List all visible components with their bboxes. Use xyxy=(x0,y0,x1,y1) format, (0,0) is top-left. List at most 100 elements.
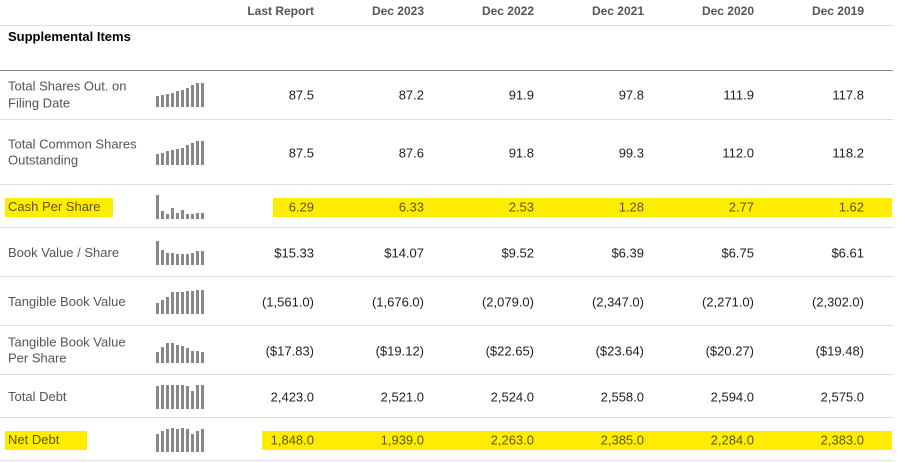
sparkline-bar xyxy=(166,428,169,452)
sparkline-bar xyxy=(176,428,179,452)
cell-value: ($19.48) xyxy=(815,343,864,358)
sparkline-bar xyxy=(196,289,199,314)
sparkline-bar xyxy=(186,385,189,409)
sparkline-chart[interactable] xyxy=(156,194,206,219)
sparkline-bar xyxy=(186,213,189,219)
sparkline-bar xyxy=(161,152,164,165)
sparkline-bar xyxy=(186,290,189,314)
sparkline-bar xyxy=(171,384,174,409)
sparkline-bar xyxy=(166,296,169,314)
sparkline-bar xyxy=(166,343,169,363)
cell-value: 1,848.0 xyxy=(270,432,314,447)
cell-value: 87.6 xyxy=(398,145,424,160)
cell-value: 6.33 xyxy=(398,199,424,214)
sparkline-bar xyxy=(166,384,169,409)
sparkline-bar xyxy=(181,90,184,107)
cell-value: $9.52 xyxy=(501,245,534,260)
cell-value: $14.07 xyxy=(384,245,424,260)
column-header: Dec 2022 xyxy=(481,4,534,18)
sparkline-bar xyxy=(156,351,159,363)
sparkline-chart[interactable] xyxy=(156,339,206,363)
cell-value: 117.8 xyxy=(832,87,864,103)
column-header: Dec 2019 xyxy=(811,4,864,18)
row-divider xyxy=(0,460,893,461)
sparkline-bar xyxy=(191,213,194,219)
sparkline-bar xyxy=(171,343,174,363)
cell-value: 2,284.0 xyxy=(710,432,754,447)
sparkline-bar xyxy=(156,240,159,265)
sparkline-bar xyxy=(156,302,159,314)
cell-value: ($20.27) xyxy=(705,343,754,358)
cell-value: (1,561.0) xyxy=(261,294,314,309)
table-row: Total Common Shares Outstanding 87.5 87.6 9… xyxy=(0,120,893,185)
table-row: Total Debt 2,423.0 2,521.0 2,524.0 2,558.0 2,… xyxy=(0,375,893,418)
sparkline-bar xyxy=(161,250,164,265)
sparkline-bar xyxy=(176,91,179,107)
sparkline-bar xyxy=(161,300,164,314)
cell-value: $6.75 xyxy=(721,245,754,260)
cell-value: 1.28 xyxy=(618,199,644,214)
cell-value: (2,302.0) xyxy=(811,294,864,309)
cell-value: 1,939.0 xyxy=(380,432,424,447)
cell-value: ($22.65) xyxy=(485,343,534,358)
sparkline-bar xyxy=(161,211,164,219)
sparkline-chart[interactable] xyxy=(156,427,206,452)
cell-value: ($17.83) xyxy=(265,343,314,358)
row-label: Net Debt xyxy=(8,431,60,447)
table-row: Tangible Book Value Per Share ($17.83) ($1… xyxy=(0,326,893,375)
cell-value: 118.2 xyxy=(832,145,864,160)
row-label: Total Shares Out. on Filing Date xyxy=(8,78,127,111)
cell-value: 111.9 xyxy=(723,87,754,103)
sparkline-bar xyxy=(191,350,194,363)
sparkline-bar xyxy=(171,150,174,165)
sparkline-bar xyxy=(181,147,184,165)
sparkline-bar xyxy=(156,433,159,452)
sparkline-bar xyxy=(166,151,169,165)
column-header: Dec 2020 xyxy=(701,4,754,18)
sparkline-bar xyxy=(171,291,174,314)
cell-value: ($23.64) xyxy=(595,343,644,358)
cell-value: (1,676.0) xyxy=(371,294,424,309)
cell-value: 2,263.0 xyxy=(490,432,534,447)
sparkline-bar xyxy=(181,253,184,265)
sparkline-bar xyxy=(176,291,179,314)
sparkline-bar xyxy=(156,96,159,107)
sparkline-bar xyxy=(181,345,184,363)
table-row: Tangible Book Value (1,561.0) (1,676.0) (2,… xyxy=(0,277,893,326)
cell-value: 87.5 xyxy=(288,145,314,160)
row-label: Cash Per Share xyxy=(8,198,101,214)
table-row: Total Shares Out. on Filing Date 87.5 87.2… xyxy=(0,70,893,120)
sparkline-bar xyxy=(161,431,164,452)
sparkline-chart[interactable] xyxy=(156,289,206,314)
sparkline-bar xyxy=(156,153,159,165)
cell-value: 112.0 xyxy=(722,145,754,160)
sparkline-bar xyxy=(191,290,194,314)
table-row: Cash Per Share 6.29 6.33 2.53 1.28 2.77 1.62 xyxy=(0,185,893,228)
sparkline-chart[interactable] xyxy=(156,240,206,265)
sparkline-chart[interactable] xyxy=(156,140,206,165)
sparkline-chart[interactable] xyxy=(156,83,206,107)
sparkline-bar xyxy=(196,251,199,265)
row-label: Tangible Book Value xyxy=(8,293,126,309)
sparkline-bar xyxy=(186,348,189,363)
supplemental-items-table: Last Report Dec 2023 Dec 2022 Dec 2021 Dec 2… xyxy=(0,0,905,463)
sparkline-bar xyxy=(156,385,159,409)
sparkline-chart[interactable] xyxy=(156,384,206,409)
sparkline-bar xyxy=(176,148,179,165)
sparkline-bar xyxy=(176,253,179,265)
cell-value: 87.2 xyxy=(398,87,424,103)
cell-value: 99.3 xyxy=(618,145,644,160)
cell-value: (2,079.0) xyxy=(481,294,534,309)
sparkline-bar xyxy=(196,350,199,363)
sparkline-bar xyxy=(191,85,194,107)
sparkline-bar xyxy=(176,212,179,219)
sparkline-bar xyxy=(171,252,174,265)
sparkline-bar xyxy=(186,145,189,165)
table-row: Net Debt 1,848.0 1,939.0 2,263.0 2,385.0 2,28… xyxy=(0,418,893,461)
row-label: Total Common Shares Outstanding xyxy=(8,136,137,168)
cell-value: 2.53 xyxy=(508,199,534,214)
sparkline-bar xyxy=(176,384,179,409)
sparkline-bar xyxy=(186,253,189,265)
sparkline-bar xyxy=(181,384,184,409)
sparkline-bar xyxy=(196,140,199,165)
